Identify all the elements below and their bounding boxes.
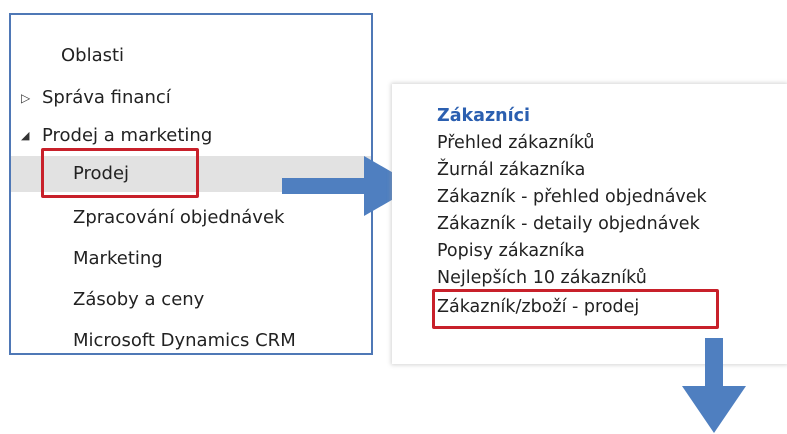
nav-item-label: Oblasti xyxy=(61,45,125,66)
nav-item-zasoby-a-ceny[interactable]: Zásoby a ceny xyxy=(11,282,371,318)
menu-item-popisy-zakaznika[interactable]: Popisy zákazníka xyxy=(437,238,585,265)
collapse-triangle-icon[interactable]: ◢ xyxy=(21,118,29,154)
nav-item-microsoft-dynamics-crm[interactable]: Microsoft Dynamics CRM xyxy=(11,323,371,353)
prodej-highlight-box xyxy=(41,148,199,198)
expand-triangle-icon[interactable]: ▷ xyxy=(21,80,30,116)
nav-item-label: Marketing xyxy=(73,248,163,269)
nav-item-sprava-financi[interactable]: ▷ Správa financí xyxy=(11,80,371,116)
nav-item-oblasti[interactable]: Oblasti xyxy=(11,38,371,74)
menu-item-detaily-objednavek[interactable]: Zákazník - detaily objednávek xyxy=(437,211,700,238)
menu-item-prehled-objednavek[interactable]: Zákazník - přehled objednávek xyxy=(437,184,707,211)
nav-item-label: Zásoby a ceny xyxy=(73,289,205,310)
top10-highlight-box xyxy=(432,289,719,329)
down-arrow-icon xyxy=(682,338,746,433)
menu-item-prehled-zakazniku[interactable]: Přehled zákazníků xyxy=(437,130,595,157)
nav-item-label: Správa financí xyxy=(42,87,171,108)
screenshot-canvas: Oblasti ▷ Správa financí ◢ Prodej a mark… xyxy=(0,0,787,434)
menu-item-nejlepsich-10-zakazniku[interactable]: Nejlepších 10 zákazníků xyxy=(437,265,647,292)
customers-menu-pane: Zákazníci Přehled zákazníků Žurnál zákaz… xyxy=(392,84,787,364)
nav-item-marketing[interactable]: Marketing xyxy=(11,241,371,277)
menu-item-zurnal-zakaznika[interactable]: Žurnál zákazníka xyxy=(437,157,585,184)
nav-item-label: Microsoft Dynamics CRM xyxy=(73,330,296,351)
nav-item-label: Zpracování objednávek xyxy=(73,207,285,228)
customers-menu-title: Zákazníci xyxy=(437,106,530,126)
